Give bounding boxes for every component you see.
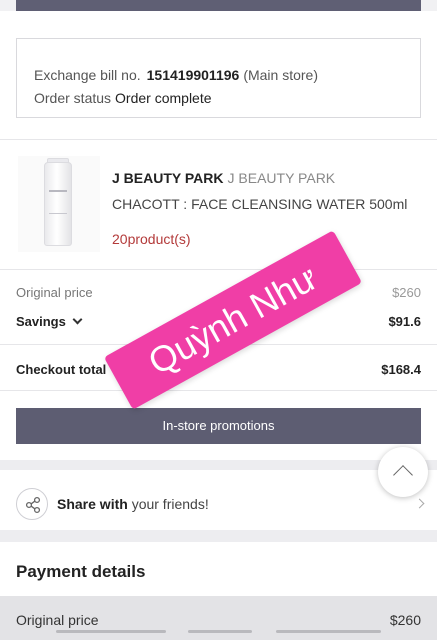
savings-toggle[interactable]: Savings (16, 314, 83, 329)
divider (0, 139, 437, 140)
brand-subname: J BEAUTY PARK (227, 170, 336, 186)
exchange-bill-number: 151419901196 (146, 67, 240, 83)
exchange-bill-label: Exchange bill no. (34, 67, 141, 83)
share-icon (16, 488, 48, 520)
chevron-down-icon (72, 314, 83, 325)
checkout-total-value: $168.4 (381, 362, 421, 377)
order-info-box: Exchange bill no. 151419901196 (Main store… (16, 38, 421, 118)
nav-hint (56, 630, 166, 633)
exchange-bill-store: (Main store) (243, 67, 318, 83)
payment-details-title: Payment details (16, 562, 146, 581)
divider (0, 390, 437, 391)
original-price-value: $260 (392, 285, 421, 300)
product-brand: J BEAUTY PARK J BEAUTY PARK (112, 170, 335, 186)
savings-value: $91.6 (388, 314, 421, 329)
payment-original-price-value: $260 (389, 612, 421, 628)
section-separator (0, 530, 437, 542)
order-status-label: Order status (34, 90, 112, 106)
share-text: Share with your friends! (57, 496, 209, 512)
bottle-label-icon (49, 190, 67, 214)
divider (0, 269, 437, 270)
order-status-value: Order complete (115, 90, 212, 106)
share-icon-glyph (25, 496, 41, 514)
top-bar (16, 0, 421, 11)
exchange-bill-row: Exchange bill no. 151419901196 (Main store… (34, 67, 318, 83)
nav-hint (276, 630, 381, 633)
product-name[interactable]: CHACOTT : FACE CLEANSING WATER 500ml (112, 196, 407, 212)
in-store-promotions-button[interactable]: In-store promotions (16, 408, 421, 444)
section-separator (0, 460, 437, 470)
product-image[interactable] (18, 156, 100, 252)
chevron-right-icon (414, 498, 425, 509)
brand-name: J BEAUTY PARK (112, 170, 224, 186)
share-text-rest: your friends! (131, 496, 209, 512)
share-text-bold: Share with (57, 496, 128, 512)
product-quantity: 20product(s) (112, 231, 191, 247)
order-status-row: Order status Order complete (34, 90, 212, 106)
scroll-to-top-button[interactable] (378, 447, 428, 497)
original-price-label: Original price (16, 285, 93, 300)
share-row[interactable]: Share with your friends! (0, 480, 437, 530)
savings-label: Savings (16, 314, 66, 329)
payment-original-price-label: Original price (16, 612, 99, 628)
checkout-total-label: Checkout total (16, 362, 107, 377)
nav-hint (188, 630, 252, 633)
